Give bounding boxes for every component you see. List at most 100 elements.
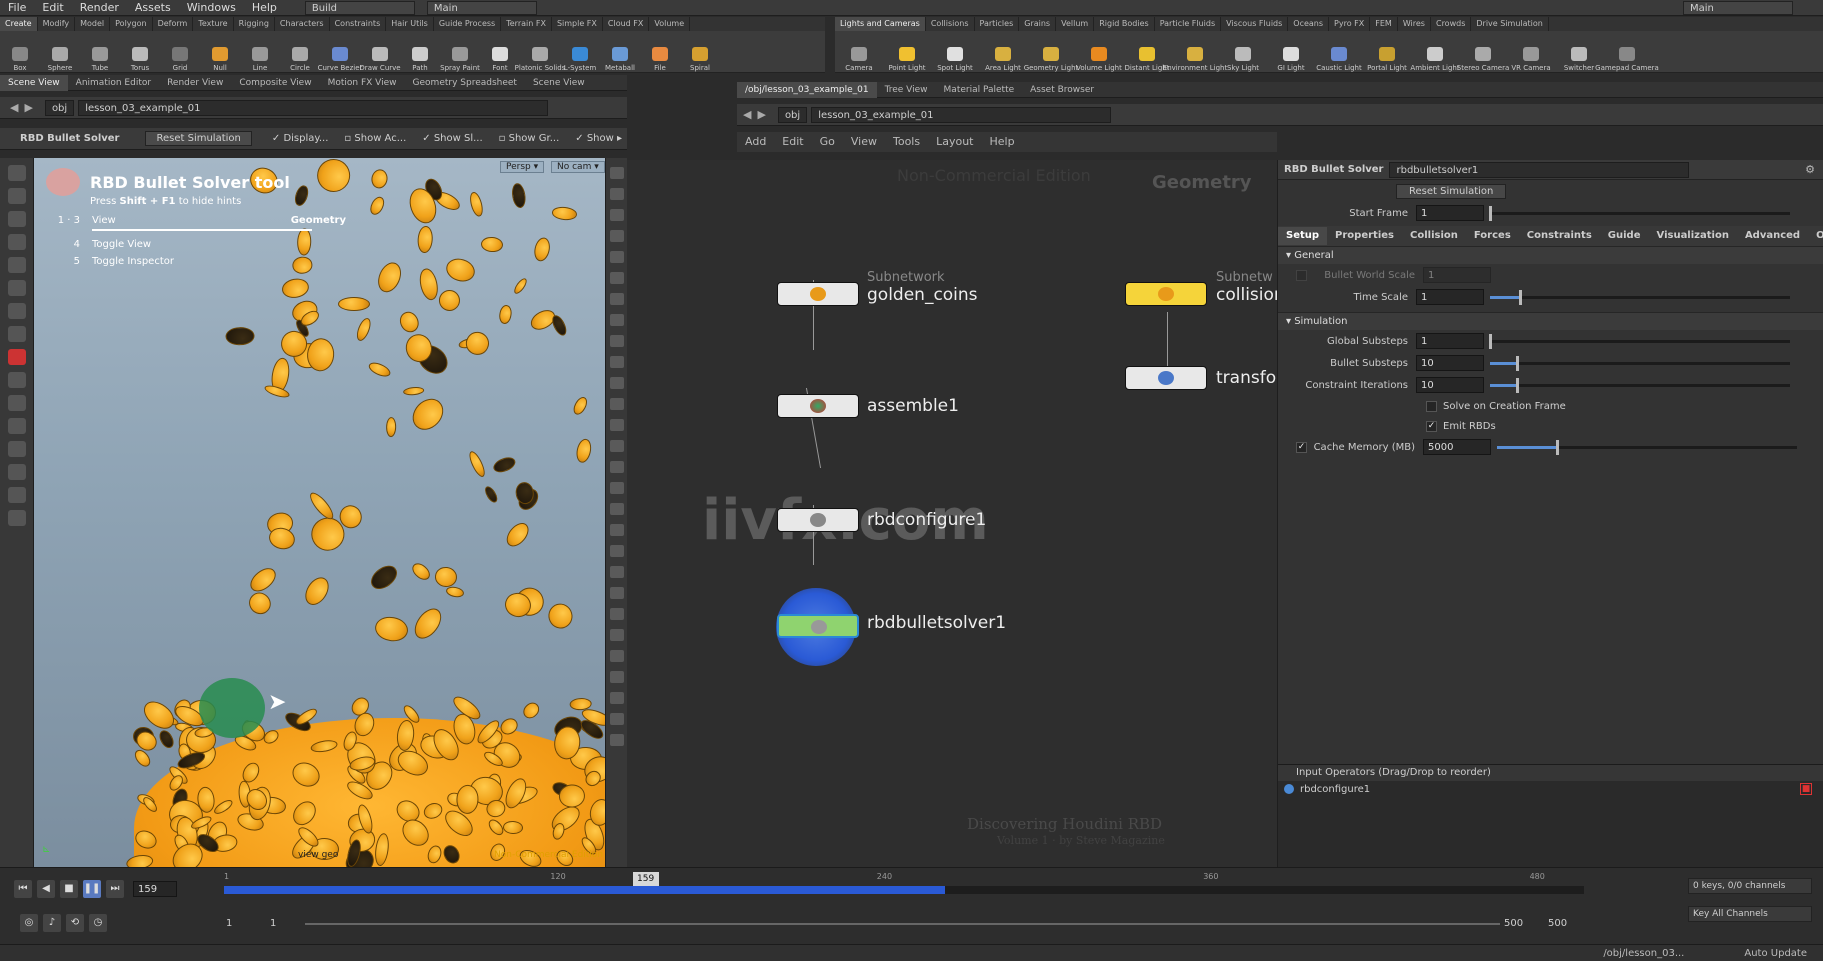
param-tab-visualization[interactable]: Visualization [1649, 227, 1737, 245]
display-option-icon[interactable] [609, 335, 624, 347]
shelf-tab-particle-fluids[interactable]: Particle Fluids [1155, 17, 1222, 31]
shelf-tool-spot-light[interactable]: Spot Light [931, 32, 979, 72]
time-scale-slider[interactable] [1490, 289, 1790, 305]
display-option-icon[interactable] [609, 566, 624, 578]
path-node[interactable]: lesson_03_example_01 [78, 99, 549, 116]
network-editor[interactable]: Non-Commercial Edition Geometry iivfx.co… [627, 160, 1277, 867]
shelf-tool-camera[interactable]: Camera [835, 32, 883, 72]
node-transform[interactable] [1125, 366, 1207, 390]
display-option-icon[interactable] [609, 314, 624, 326]
shelf-tool-spiral[interactable]: Spiral [680, 32, 720, 72]
shelf-tab-grains[interactable]: Grains [1019, 17, 1057, 31]
realtime-icon[interactable]: ◎ [20, 914, 38, 932]
globe-icon[interactable] [7, 510, 26, 526]
forward-arrow-icon[interactable]: ▶ [24, 101, 32, 114]
shelf-tab-terrain-fx[interactable]: Terrain FX [501, 17, 552, 31]
shelf-tool-geometry-light[interactable]: Geometry Light [1024, 32, 1078, 72]
display-option-icon[interactable] [609, 230, 624, 242]
net-path-root[interactable]: obj [777, 106, 808, 123]
shelf-tab-lights-and-cameras[interactable]: Lights and Cameras [835, 17, 926, 31]
network-menu-tools[interactable]: Tools [885, 134, 928, 150]
bullet-substeps-field[interactable]: 10 [1416, 355, 1484, 371]
shelf-tool-torus[interactable]: Torus [120, 32, 160, 72]
shelf-tab-oceans[interactable]: Oceans [1288, 17, 1330, 31]
display-option-icon[interactable] [609, 608, 624, 620]
shelf-tab-rigging[interactable]: Rigging [234, 17, 275, 31]
toggle-display[interactable]: ✓ Display... [272, 133, 329, 144]
display-option-icon[interactable] [609, 419, 624, 431]
menu-file[interactable]: File [0, 0, 34, 16]
shelf-tab-viscous-fluids[interactable]: Viscous Fluids [1221, 17, 1289, 31]
param-tab-constraints[interactable]: Constraints [1519, 227, 1600, 245]
pane-tab-motion-fx-view[interactable]: Motion FX View [320, 75, 405, 91]
audio-icon[interactable]: ♪ [43, 914, 61, 932]
key-all-channels-button[interactable]: Key All Channels [1688, 906, 1812, 922]
constraint-iterations-slider[interactable] [1490, 377, 1790, 393]
shelf-tab-texture[interactable]: Texture [193, 17, 234, 31]
display-option-icon[interactable] [609, 713, 624, 725]
shelf-tab-volume[interactable]: Volume [649, 17, 691, 31]
shelf-tab-deform[interactable]: Deform [153, 17, 194, 31]
shelf-tool-draw-curve[interactable]: Draw Curve [359, 32, 401, 72]
display-option-icon[interactable] [609, 545, 624, 557]
shelf-tab-rigid-bodies[interactable]: Rigid Bodies [1094, 17, 1155, 31]
shelf-tool-sky-light[interactable]: Sky Light [1219, 32, 1267, 72]
pane-tab-render-view[interactable]: Render View [159, 75, 231, 91]
display-option-icon[interactable] [609, 503, 624, 515]
eye-icon[interactable] [7, 441, 26, 457]
range-start-2[interactable]: 1 [270, 918, 276, 929]
loop-icon[interactable]: ⟲ [66, 914, 84, 932]
network-tab-obj-lesson-03-example-01[interactable]: /obj/lesson_03_example_01 [737, 81, 877, 98]
lock-icon[interactable] [7, 211, 26, 227]
path-root[interactable]: obj [44, 99, 75, 116]
pane-tab-composite-view[interactable]: Composite View [231, 75, 319, 91]
param-tab-guide[interactable]: Guide [1600, 227, 1649, 245]
shelf-tool-grid[interactable]: Grid [160, 32, 200, 72]
stop-icon[interactable]: ■ [60, 880, 78, 898]
node-golden-coins[interactable] [777, 282, 859, 306]
snap-icon[interactable] [7, 372, 26, 388]
shelf-tab-simple-fx[interactable]: Simple FX [552, 17, 603, 31]
display-option-icon[interactable] [609, 167, 624, 179]
shelf-tab-crowds[interactable]: Crowds [1431, 17, 1472, 31]
network-menu-go[interactable]: Go [812, 134, 843, 150]
shelf-tool-gamepad-camera[interactable]: Gamepad Camera [1595, 32, 1659, 72]
menu-help[interactable]: Help [244, 0, 285, 16]
display-option-icon[interactable] [609, 482, 624, 494]
display-option-icon[interactable] [609, 440, 624, 452]
param-tab-advanced[interactable]: Advanced [1737, 227, 1808, 245]
jump-start-icon[interactable]: ⏮ [14, 880, 32, 898]
shelf-tool-gi-light[interactable]: GI Light [1267, 32, 1315, 72]
network-menu-layout[interactable]: Layout [928, 134, 981, 150]
global-substeps-field[interactable]: 1 [1416, 333, 1484, 349]
node-collision[interactable] [1125, 282, 1207, 306]
node-rbdbulletsolver[interactable] [777, 614, 859, 638]
desktop-select-main[interactable]: Main [426, 0, 537, 15]
jump-end-icon[interactable]: ⏭ [106, 880, 124, 898]
network-menu-edit[interactable]: Edit [774, 134, 811, 150]
param-node-name[interactable]: rbdbulletsolver1 [1389, 161, 1690, 178]
shelf-tool-box[interactable]: Box [0, 32, 40, 72]
camera-icon[interactable] [7, 326, 26, 342]
net-back-arrow-icon[interactable]: ◀ [743, 108, 751, 121]
shelf-tool-metaball[interactable]: Metaball [600, 32, 640, 72]
bullet-substeps-slider[interactable] [1490, 355, 1790, 371]
shelf-tool-point-light[interactable]: Point Light [883, 32, 931, 72]
pose-icon[interactable] [7, 303, 26, 319]
menu-edit[interactable]: Edit [34, 0, 71, 16]
network-menu-add[interactable]: Add [737, 134, 774, 150]
pane-tab-scene-view[interactable]: Scene View [525, 75, 593, 91]
paint-icon[interactable] [7, 234, 26, 250]
toggle-show[interactable]: ✓ Show ▸ [575, 133, 622, 144]
display-option-icon[interactable] [609, 461, 624, 473]
shelf-tool-vr-camera[interactable]: VR Camera [1507, 32, 1555, 72]
shelf-tool-portal-light[interactable]: Portal Light [1363, 32, 1411, 72]
shelf-tab-collisions[interactable]: Collisions [926, 17, 975, 31]
display-option-icon[interactable] [609, 587, 624, 599]
reset-simulation-button[interactable]: Reset Simulation [1396, 183, 1507, 199]
cache-memory-checkbox[interactable]: ✓ [1296, 441, 1307, 453]
param-tab-properties[interactable]: Properties [1327, 227, 1402, 245]
shelf-tab-model[interactable]: Model [75, 17, 111, 31]
toggle-show-selected[interactable]: ✓ Show Sl... [422, 133, 482, 144]
toggle-show-active[interactable]: ▫ Show Ac... [344, 133, 406, 144]
